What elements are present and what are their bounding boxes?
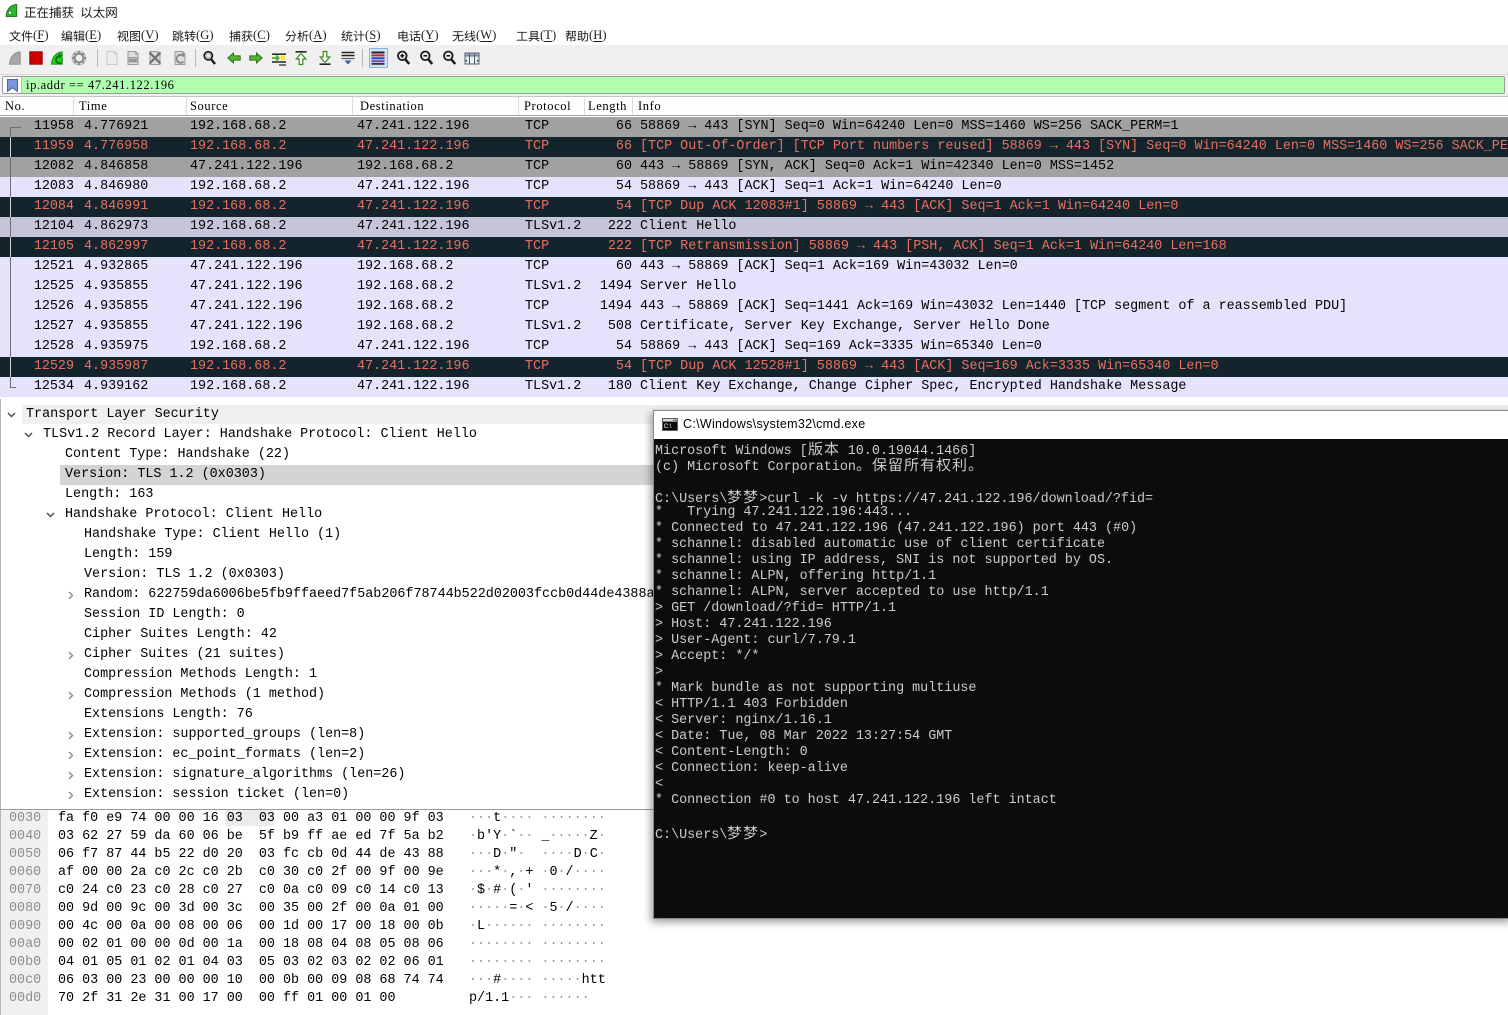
svg-text:010: 010 — [130, 58, 136, 62]
svg-text:C:\: C:\ — [664, 424, 672, 430]
